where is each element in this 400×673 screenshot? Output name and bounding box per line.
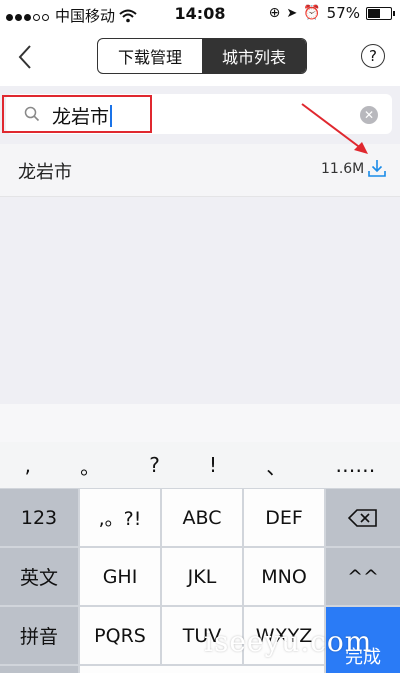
highlight-box: [2, 95, 152, 133]
punct-key[interactable]: 、: [266, 451, 286, 480]
key-def[interactable]: DEF: [244, 489, 324, 546]
status-right: ⊕ ➤ ⏰ 57%: [268, 4, 395, 22]
alarm-icon: ⏰: [303, 5, 321, 21]
watermark-text: iseeyu.com: [204, 625, 373, 658]
backspace-key[interactable]: [326, 489, 400, 546]
empty-content-area: [0, 197, 400, 404]
status-bar: 中国移动 14:08 ⊕ ➤ ⏰ 57%: [0, 0, 400, 28]
emoticon-key[interactable]: ^^: [326, 548, 400, 605]
key-jkl[interactable]: JKL: [162, 548, 242, 605]
key-ghi[interactable]: GHI: [80, 548, 160, 605]
file-size: 11.6M: [321, 161, 365, 177]
backspace-icon: [348, 508, 377, 527]
battery-percent: 57%: [326, 4, 360, 22]
key-english[interactable]: 英文: [0, 548, 78, 605]
rotation-lock-icon: ⊕: [268, 5, 281, 21]
key-123[interactable]: 123: [0, 489, 78, 546]
download-icon[interactable]: [367, 158, 387, 178]
city-name: 龙岩市: [18, 162, 72, 183]
key-pqrs[interactable]: PQRS: [80, 607, 160, 664]
keyboard-top-divider: [0, 404, 400, 442]
key-next-row: [0, 666, 78, 673]
annotation-arrow-icon: [301, 103, 368, 154]
key-next-row: [80, 666, 324, 673]
location-icon: ➤: [286, 5, 298, 21]
help-icon[interactable]: ?: [361, 44, 385, 68]
battery-icon: [366, 6, 395, 20]
punct-key[interactable]: !: [209, 453, 217, 477]
segmented-control: 下载管理 城市列表: [97, 38, 307, 74]
key-punct[interactable]: ,。?!: [80, 489, 160, 546]
key-pinyin[interactable]: 拼音: [0, 607, 78, 664]
tab-city-list[interactable]: 城市列表: [202, 39, 306, 73]
key-abc[interactable]: ABC: [162, 489, 242, 546]
punct-key[interactable]: 。: [80, 451, 100, 480]
tab-download-manager[interactable]: 下载管理: [98, 39, 202, 73]
punct-key[interactable]: ?: [149, 453, 160, 477]
punctuation-row: , 。 ? ! 、 ……: [0, 442, 400, 488]
punct-key[interactable]: ,: [25, 453, 31, 477]
nav-bar: 下载管理 城市列表 ?: [0, 28, 400, 87]
back-icon[interactable]: [14, 42, 42, 72]
punct-key[interactable]: ……: [335, 453, 375, 477]
key-mno[interactable]: MNO: [244, 548, 324, 605]
